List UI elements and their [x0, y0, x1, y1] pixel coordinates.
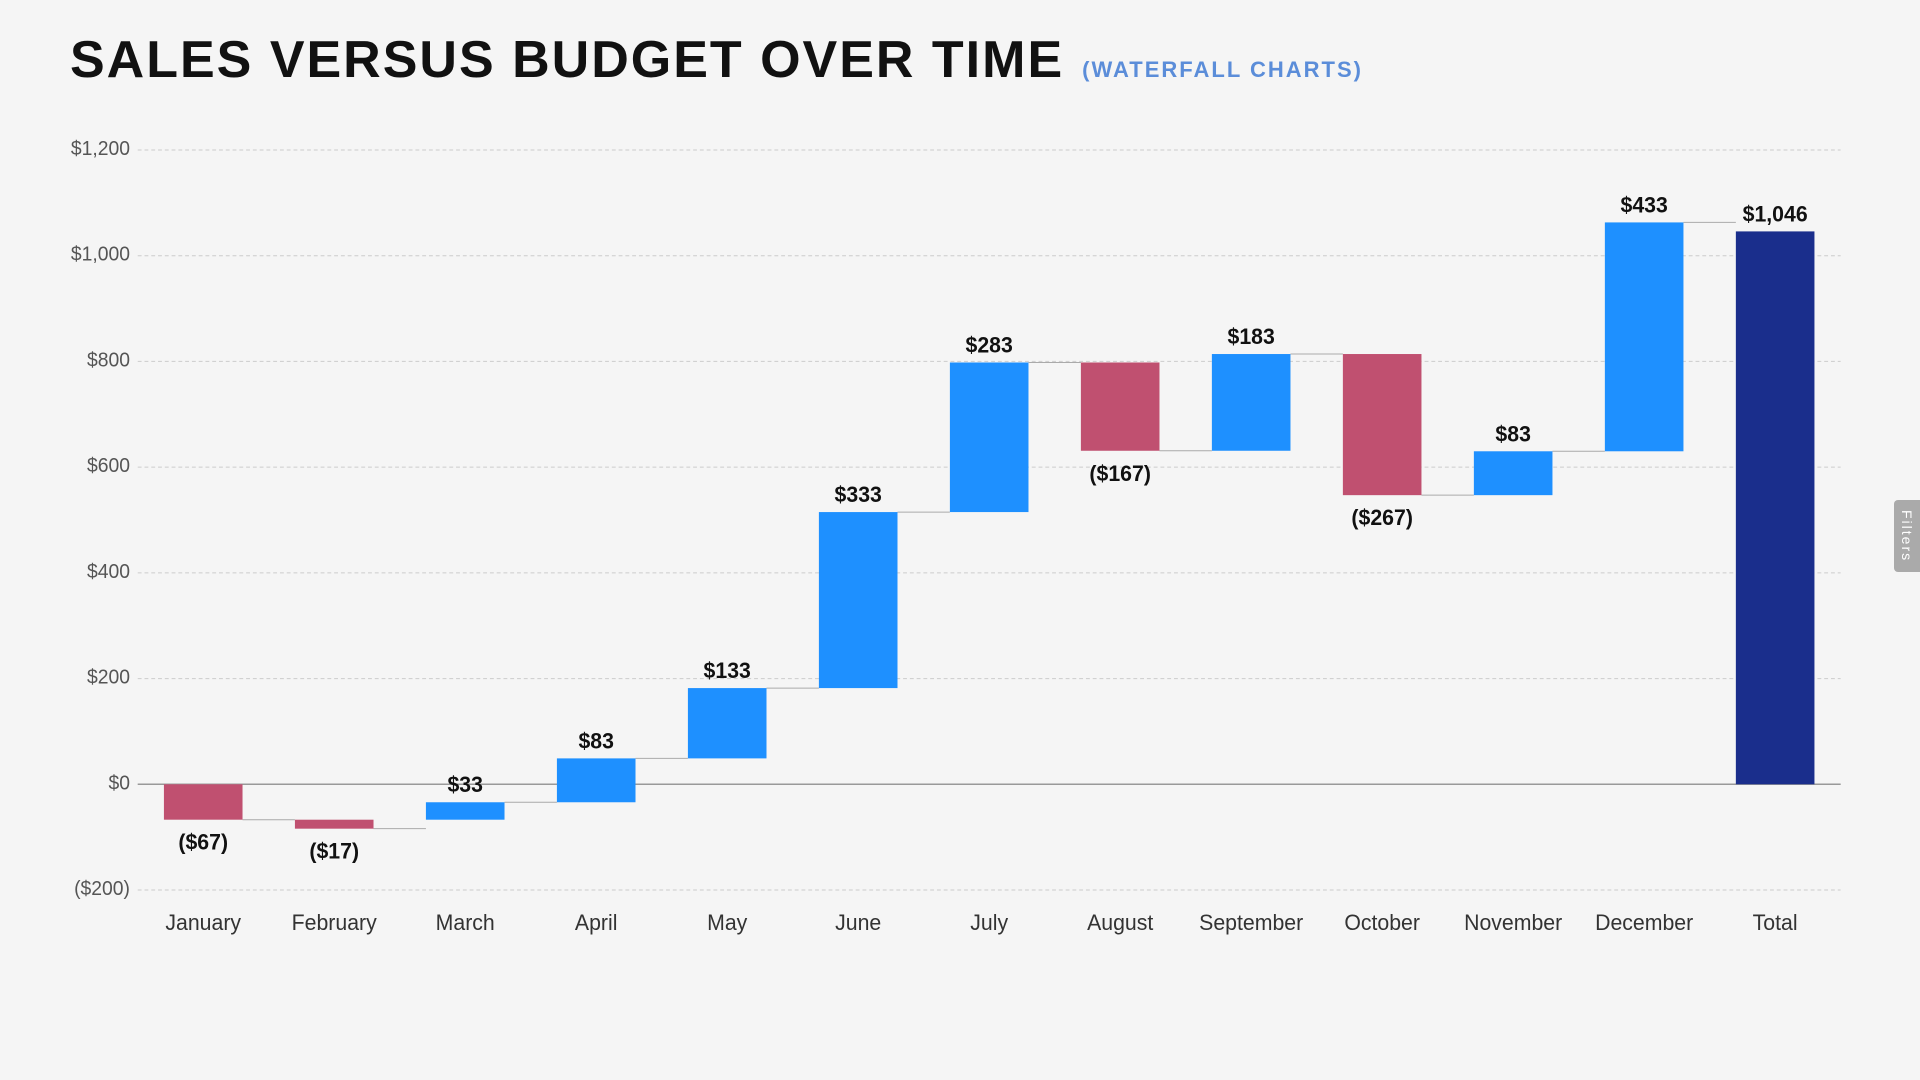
bar-june [819, 512, 898, 688]
bar-label-august: ($167) [1089, 460, 1150, 485]
subtitle: (WATERFALL CHARTS) [1082, 57, 1363, 83]
svg-text:($200): ($200) [74, 878, 130, 900]
bar-january [164, 784, 243, 819]
month-label-september: September [1199, 910, 1303, 935]
bar-september [1212, 354, 1291, 451]
month-label-april: April [575, 910, 618, 935]
bar-label-may: $133 [704, 658, 751, 683]
bar-label-october: ($267) [1351, 505, 1412, 530]
svg-text:$200: $200 [87, 666, 130, 688]
month-label-march: March [436, 910, 495, 935]
bar-total [1736, 231, 1815, 784]
chart-container: SALES VERSUS BUDGET OVER TIME (WATERFALL… [0, 0, 1920, 1080]
bar-label-june: $333 [835, 482, 882, 507]
svg-text:$0: $0 [108, 772, 130, 794]
month-label-december: December [1595, 910, 1693, 935]
month-label-january: January [165, 910, 241, 935]
bar-label-november: $83 [1495, 421, 1530, 446]
month-label-october: October [1344, 910, 1420, 935]
bar-december [1605, 222, 1684, 451]
bar-label-february: ($17) [309, 838, 359, 863]
bar-april [557, 758, 636, 802]
bar-label-december: $433 [1621, 192, 1668, 217]
bar-october [1343, 354, 1422, 495]
bar-august [1081, 362, 1160, 450]
month-label-june: June [835, 910, 881, 935]
svg-text:$400: $400 [87, 561, 130, 583]
chart-area: $1,200 $1,000 $800 $600 $400 $200 $0 ($200) ($67… [70, 120, 1860, 990]
bar-label-january: ($67) [178, 829, 228, 854]
main-title: SALES VERSUS BUDGET OVER TIME [70, 30, 1064, 90]
svg-text:$800: $800 [87, 349, 130, 371]
bar-march [426, 802, 505, 819]
chart-svg: $1,200 $1,000 $800 $600 $400 $200 $0 ($200) ($67… [70, 120, 1860, 990]
month-label-february: February [292, 910, 377, 935]
month-label-total: Total [1753, 910, 1798, 935]
svg-text:$1,000: $1,000 [71, 243, 130, 265]
title-area: SALES VERSUS BUDGET OVER TIME (WATERFALL… [70, 30, 1860, 90]
bar-july [950, 362, 1029, 512]
bar-may [688, 688, 767, 758]
month-label-august: August [1087, 910, 1153, 935]
bar-label-total: $1,046 [1743, 201, 1808, 226]
svg-text:$600: $600 [87, 455, 130, 477]
svg-text:$1,200: $1,200 [71, 138, 130, 160]
month-label-november: November [1464, 910, 1562, 935]
bar-label-july: $283 [966, 332, 1013, 357]
bar-label-april: $83 [578, 728, 613, 753]
month-label-may: May [707, 910, 747, 935]
bar-november [1474, 451, 1553, 495]
bar-label-march: $33 [447, 772, 482, 797]
filters-tab[interactable]: Filters [1894, 500, 1920, 572]
bar-label-september: $183 [1228, 324, 1275, 349]
bar-february [295, 820, 374, 829]
month-label-july: July [970, 910, 1008, 935]
